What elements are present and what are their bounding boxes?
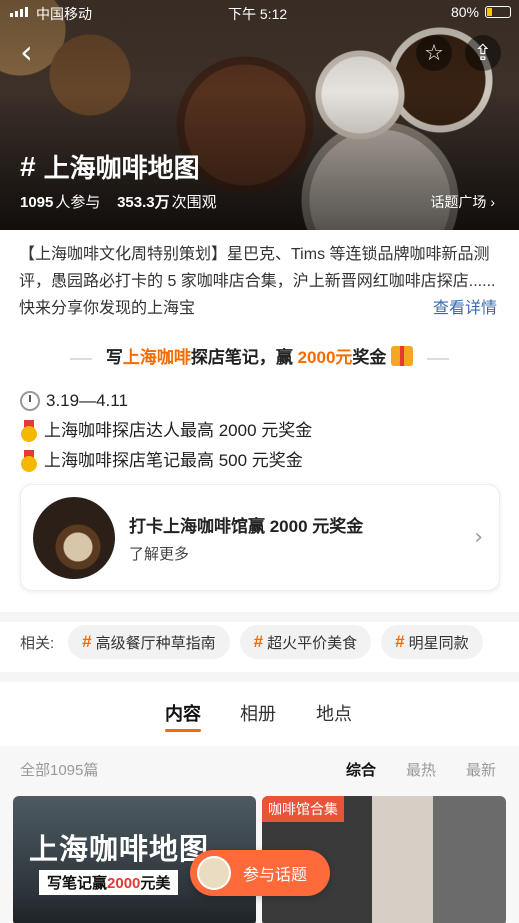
related-chip[interactable]: # 明星同款: [381, 625, 483, 659]
promo-middle: 探店笔记，赢: [190, 348, 298, 367]
card-subtitle: 了解更多: [129, 546, 190, 563]
related-label: 相关:: [20, 634, 55, 652]
participants-count: 1095: [20, 194, 54, 211]
chevron-right-icon: ›: [474, 525, 483, 550]
rules-list: 3.19—4.11 上海咖啡探店达人最高 2000 元奖金 上海咖啡探店笔记最高…: [20, 386, 312, 476]
medal-icon: [20, 450, 38, 472]
view-details-link[interactable]: 查看详情: [410, 295, 497, 322]
sort-newest[interactable]: 最新: [466, 759, 496, 780]
promo-suffix: 奖金: [352, 348, 387, 367]
rule-text: 上海咖啡探店达人最高 2000 元奖金: [44, 421, 313, 440]
views-suffix: 次围观: [171, 194, 217, 211]
medal-icon: [20, 420, 38, 442]
section-divider: [0, 672, 519, 682]
topic-title: # 上海咖啡地图: [20, 148, 200, 185]
card-title: 打卡上海咖啡馆赢 2000 元奖金: [129, 517, 364, 536]
signal-icon: [10, 7, 28, 17]
topic-description: 【上海咖啡文化周特别策划】星巴克、Tims 等连锁品牌咖啡新品测评，愚园路必打卡…: [19, 241, 503, 322]
gift-icon: [391, 346, 414, 366]
topic-title-text: 上海咖啡地图: [43, 153, 200, 183]
rule-text: 3.19—4.11: [46, 391, 128, 410]
chip-label: 超火平价美食: [267, 634, 358, 652]
sort-bar: 全部1095篇 综合 最热 最新: [0, 746, 519, 790]
note-count: 全部1095篇: [20, 762, 99, 779]
avatar: [197, 856, 231, 890]
related-chip[interactable]: # 超火平价美食: [239, 625, 372, 659]
star-icon[interactable]: ☆: [416, 35, 452, 71]
chip-label: 高级餐厅种草指南: [95, 634, 216, 652]
note-tag: 咖啡馆合集: [262, 796, 344, 822]
note-cover-subline: 写笔记赢2000元美: [39, 870, 179, 895]
list-item: 3.19—4.11: [20, 386, 312, 416]
card-thumbnail: [33, 497, 115, 579]
clock-label: 下午 5:12: [228, 6, 288, 22]
sort-hottest[interactable]: 最热: [406, 759, 436, 780]
promo-card[interactable]: 打卡上海咖啡馆赢 2000 元奖金 了解更多 ›: [20, 484, 500, 591]
chip-label: 明星同款: [408, 634, 469, 652]
promo-banner: 写上海咖啡探店笔记，赢 2000元奖金: [0, 343, 519, 368]
sort-comprehensive[interactable]: 综合: [346, 759, 376, 780]
tab-location[interactable]: 地点: [316, 700, 352, 726]
status-bar: 中国移动 下午 5:12 80%: [0, 0, 519, 26]
related-chip[interactable]: # 高级餐厅种草指南: [68, 625, 230, 659]
hashtag-icon: #: [253, 632, 264, 651]
hashtag-icon: #: [82, 632, 92, 651]
tab-album[interactable]: 相册: [240, 700, 276, 726]
section-divider: [0, 612, 519, 622]
clock-icon: [20, 391, 40, 411]
chevron-right-icon: ›: [490, 194, 495, 210]
share-icon[interactable]: ⇪: [465, 35, 501, 71]
battery-icon: [485, 6, 511, 18]
list-item: 上海咖啡探店达人最高 2000 元奖金: [20, 416, 312, 446]
join-topic-button[interactable]: 参与话题: [190, 850, 330, 896]
battery-percent: 80%: [450, 4, 479, 20]
promo-amount: 2000元: [297, 348, 353, 367]
hashtag-icon: #: [395, 632, 405, 651]
rule-text: 上海咖啡探店笔记最高 500 元奖金: [44, 451, 303, 470]
topic-plaza-label: 话题广场: [430, 194, 487, 210]
carrier-label: 中国移动: [36, 6, 92, 22]
participants-suffix: 人参与: [55, 194, 101, 211]
content-tabs: 内容 相册 地点: [0, 694, 519, 738]
join-topic-label: 参与话题: [243, 867, 308, 884]
promo-highlight: 上海咖啡: [122, 348, 191, 367]
related-topics: 相关: # 高级餐厅种草指南 # 超火平价美食 # 明星同款: [0, 622, 519, 662]
back-arrow-icon[interactable]: ‹: [20, 36, 50, 68]
views-count: 353.3万: [117, 194, 170, 211]
topic-stats: 1095 人参与 353.3万 次围观: [20, 191, 217, 212]
promo-prefix: 写: [105, 348, 123, 367]
hashtag-icon: #: [20, 150, 36, 182]
topic-plaza-link[interactable]: 话题广场 ›: [430, 192, 495, 212]
tab-content[interactable]: 内容: [165, 700, 201, 732]
note-cover-headline: 上海咖啡地图: [29, 834, 210, 866]
list-item: 上海咖啡探店笔记最高 500 元奖金: [20, 446, 312, 476]
divider: [427, 357, 450, 360]
divider: [69, 357, 92, 360]
